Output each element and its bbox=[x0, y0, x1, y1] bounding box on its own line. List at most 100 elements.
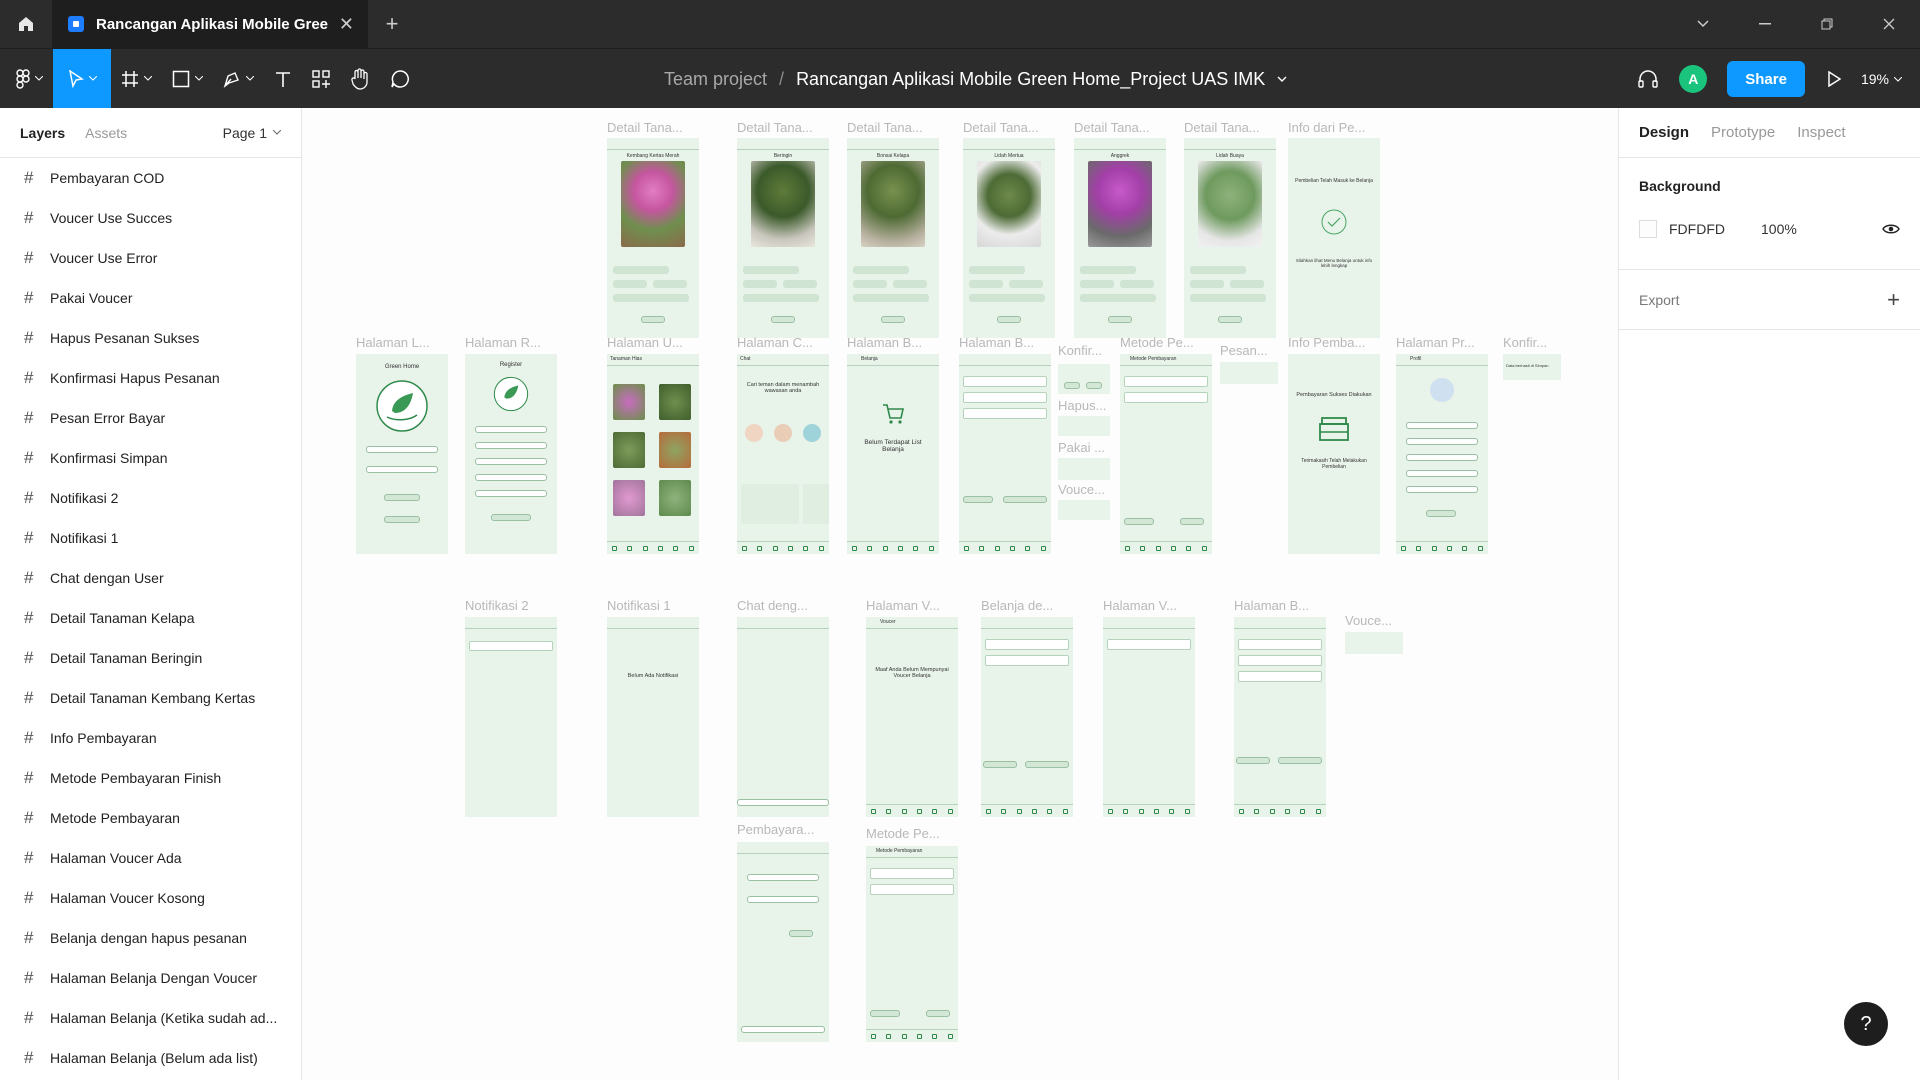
plant-tile[interactable] bbox=[613, 432, 645, 468]
tabs-dropdown-icon[interactable] bbox=[1672, 0, 1734, 48]
layer-row[interactable]: # Detail Tanaman Kelapa bbox=[0, 598, 301, 638]
minimize-icon[interactable] bbox=[1734, 0, 1796, 48]
frame-halaman-utama[interactable]: Tanaman Hias bbox=[607, 354, 699, 554]
pen-tool[interactable] bbox=[213, 49, 264, 109]
layer-row[interactable]: # Info Pembayaran bbox=[0, 718, 301, 758]
layer-row[interactable]: # Halaman Voucer Ada bbox=[0, 838, 301, 878]
page-selector[interactable]: Page 1 bbox=[223, 125, 281, 141]
address-field[interactable] bbox=[747, 896, 819, 903]
buy-button[interactable] bbox=[881, 316, 905, 323]
background-hex-input[interactable]: FDFDFD bbox=[1669, 221, 1761, 237]
cart-row[interactable] bbox=[1238, 655, 1322, 666]
frame-label[interactable]: Konfir... bbox=[1058, 343, 1102, 358]
notification-row[interactable] bbox=[469, 641, 553, 651]
frame-label[interactable]: Vouce... bbox=[1345, 613, 1392, 628]
restore-icon[interactable] bbox=[1796, 0, 1858, 48]
submit-button[interactable] bbox=[789, 930, 813, 937]
cod-option[interactable] bbox=[870, 868, 954, 879]
move-tool[interactable] bbox=[53, 48, 111, 109]
tab-assets[interactable]: Assets bbox=[85, 125, 127, 141]
frame-info-pembelian[interactable]: Pembelian Telah Masuk ke Belanja Silahka… bbox=[1288, 138, 1380, 338]
frame-halaman-belanja-list[interactable] bbox=[959, 354, 1051, 554]
avatar[interactable]: A bbox=[1679, 65, 1708, 93]
email-field[interactable] bbox=[366, 446, 438, 453]
layer-row[interactable]: # Chat dengan User bbox=[0, 558, 301, 598]
frame-label[interactable]: Detail Tana... bbox=[963, 120, 1039, 135]
layer-row[interactable]: # Metode Pembayaran bbox=[0, 798, 301, 838]
buy-button[interactable] bbox=[641, 316, 665, 323]
register-button[interactable] bbox=[384, 516, 420, 523]
frame-tool[interactable] bbox=[111, 49, 162, 109]
frame-halaman-chat[interactable]: Chat Cari teman dalam menambah wawasan a… bbox=[737, 354, 829, 554]
frame-voucer-use-succes[interactable] bbox=[1345, 632, 1403, 654]
frame-label[interactable]: Halaman B... bbox=[1234, 598, 1309, 613]
cart-row[interactable] bbox=[985, 655, 1069, 666]
layer-row[interactable]: # Halaman Belanja (Belum ada list) bbox=[0, 1038, 301, 1078]
avatar[interactable] bbox=[774, 424, 792, 442]
frame-halaman-voucer-kosong[interactable]: Voucer Maaf Anda Belum Mempunyai Voucer … bbox=[866, 617, 958, 817]
email-field[interactable] bbox=[475, 458, 547, 465]
password-field[interactable] bbox=[1406, 486, 1478, 493]
transfer-option[interactable] bbox=[1124, 392, 1208, 403]
layer-row[interactable]: # Halaman Voucer Kosong bbox=[0, 878, 301, 918]
avatar[interactable] bbox=[745, 424, 763, 442]
tab-prototype[interactable]: Prototype bbox=[1711, 124, 1775, 141]
frame-halaman-register[interactable]: Register bbox=[465, 354, 557, 554]
share-button[interactable]: Share bbox=[1727, 61, 1805, 97]
main-menu-button[interactable] bbox=[0, 49, 53, 109]
frame-label[interactable]: Pesan... bbox=[1220, 343, 1268, 358]
layer-row[interactable]: # Pakai Voucer bbox=[0, 278, 301, 318]
frame-konfirmasi-hapus[interactable] bbox=[1058, 364, 1110, 394]
buy-button[interactable] bbox=[1108, 316, 1132, 323]
name-field[interactable] bbox=[475, 426, 547, 433]
layer-row[interactable]: # Voucer Use Error bbox=[0, 238, 301, 278]
email-field[interactable] bbox=[1406, 470, 1478, 477]
confirm-no-button[interactable] bbox=[1086, 382, 1102, 389]
payment-method-button[interactable] bbox=[1278, 757, 1322, 764]
plant-tile[interactable] bbox=[613, 480, 645, 516]
frame-label[interactable]: Halaman L... bbox=[356, 335, 430, 350]
frame-label[interactable]: Halaman U... bbox=[607, 335, 683, 350]
tab-inspect[interactable]: Inspect bbox=[1797, 124, 1845, 141]
cart-row[interactable] bbox=[963, 408, 1047, 419]
frame-label[interactable]: Halaman V... bbox=[866, 598, 940, 613]
layer-row[interactable]: # Pesan Error Bayar bbox=[0, 398, 301, 438]
frame-notifikasi-1[interactable]: Belum Ada Notifikasi bbox=[607, 617, 699, 817]
plant-tile[interactable] bbox=[659, 432, 691, 468]
frame-label[interactable]: Detail Tana... bbox=[847, 120, 923, 135]
confirm-field[interactable] bbox=[475, 490, 547, 497]
register-submit-button[interactable] bbox=[491, 514, 531, 521]
transfer-option[interactable] bbox=[870, 884, 954, 895]
layer-row[interactable]: # Voucer Use Succes bbox=[0, 198, 301, 238]
username-field[interactable] bbox=[1406, 454, 1478, 461]
layer-row[interactable]: # Metode Pembayaran Finish bbox=[0, 758, 301, 798]
layer-row[interactable]: # Detail Tanaman Beringin bbox=[0, 638, 301, 678]
frame-detail-anggrek[interactable]: Anggrek bbox=[1074, 138, 1166, 338]
breadcrumb-team[interactable]: Team project bbox=[664, 69, 767, 90]
password-field[interactable] bbox=[475, 474, 547, 481]
frame-konfirmasi-simpan[interactable]: Data berhasil di Simpan bbox=[1503, 354, 1561, 380]
new-tab-button[interactable]: + bbox=[368, 0, 416, 48]
name-field[interactable] bbox=[747, 874, 819, 881]
pay-button[interactable] bbox=[926, 1010, 950, 1017]
plant-tile[interactable] bbox=[659, 480, 691, 516]
cart-row[interactable] bbox=[1238, 671, 1322, 682]
home-button[interactable] bbox=[0, 0, 52, 48]
frame-metode-pembayaran[interactable]: Metode Pembayaran bbox=[1120, 354, 1212, 554]
frame-label[interactable]: Metode Pe... bbox=[1120, 335, 1194, 350]
cod-option[interactable] bbox=[1124, 376, 1208, 387]
frame-label[interactable]: Notifikasi 2 bbox=[465, 598, 529, 613]
frame-halaman-profil[interactable]: Profil bbox=[1396, 354, 1488, 554]
layer-row[interactable]: # Halaman Belanja (Ketika sudah ad... bbox=[0, 998, 301, 1038]
frame-label[interactable]: Metode Pe... bbox=[866, 826, 940, 841]
help-button[interactable]: ? bbox=[1844, 1002, 1888, 1046]
eye-icon[interactable] bbox=[1882, 223, 1900, 235]
buy-button[interactable] bbox=[1218, 316, 1242, 323]
frame-label[interactable]: Notifikasi 1 bbox=[607, 598, 671, 613]
close-tab-icon[interactable]: ✕ bbox=[339, 14, 354, 35]
name-field[interactable] bbox=[1406, 422, 1478, 429]
address-field[interactable] bbox=[1406, 438, 1478, 445]
plant-tile[interactable] bbox=[613, 384, 645, 420]
frame-voucer-error[interactable] bbox=[1058, 500, 1110, 520]
payment-method-button[interactable] bbox=[1025, 761, 1069, 768]
